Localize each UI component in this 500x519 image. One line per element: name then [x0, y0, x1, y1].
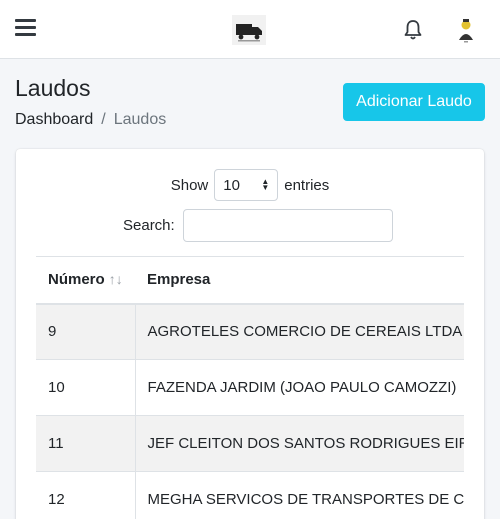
cell-empresa: JEF CLEITON DOS SANTOS RODRIGUES EIRELI [135, 415, 464, 472]
breadcrumb: Dashboard / Laudos [15, 111, 166, 129]
hamburger-menu-icon[interactable] [15, 19, 36, 37]
breadcrumb-current: Laudos [113, 111, 167, 128]
select-arrows-icon: ▲ ▼ [261, 177, 270, 192]
cell-numero: 12 [36, 471, 136, 519]
entries-label: entries [284, 176, 330, 194]
laudos-table-container[interactable]: Número ↑↓ Empresa 9 AGROTELES COMERCIO DE… [36, 256, 464, 519]
bell-icon[interactable] [403, 19, 423, 41]
table-row[interactable]: 11 JEF CLEITON DOS SANTOS RODRIGUES EIRE… [36, 415, 464, 472]
entries-length-control: Show 10 ▲ ▼ entries [16, 169, 484, 201]
column-header-numero[interactable]: Número ↑↓ [36, 256, 135, 305]
table-header-row: Número ↑↓ Empresa [36, 256, 464, 305]
column-header-empresa[interactable]: Empresa [135, 256, 464, 305]
cell-empresa: FAZENDA JARDIM (JOAO PAULO CAMOZZI) [135, 359, 464, 416]
breadcrumb-separator: / [101, 111, 106, 128]
entries-select-value: 10 [223, 176, 240, 194]
truck-logo-icon[interactable] [232, 15, 266, 45]
search-input[interactable] [182, 209, 393, 242]
user-avatar-icon[interactable] [455, 16, 477, 44]
page-title: Laudos [15, 75, 91, 101]
cell-empresa: MEGHA SERVICOS DE TRANSPORTES DE CARGAS [135, 471, 464, 519]
breadcrumb-dashboard-link[interactable]: Dashboard [15, 111, 93, 129]
cell-numero: 9 [36, 303, 136, 360]
cell-numero: 11 [36, 415, 136, 472]
add-laudo-button[interactable]: Adicionar Laudo [343, 83, 485, 121]
laudos-card: Show 10 ▲ ▼ entries Search: Número ↑↓ Empr… [16, 149, 484, 519]
show-label: Show [170, 176, 209, 194]
table-row[interactable]: 12 MEGHA SERVICOS DE TRANSPORTES DE CARG… [36, 471, 464, 519]
cell-empresa: AGROTELES COMERCIO DE CEREAIS LTDA [135, 303, 464, 360]
top-navbar [0, 0, 500, 59]
laudos-table: Número ↑↓ Empresa 9 AGROTELES COMERCIO DE… [36, 256, 464, 519]
table-row[interactable]: 9 AGROTELES COMERCIO DE CEREAIS LTDA [36, 303, 464, 360]
cell-numero: 10 [36, 359, 136, 416]
search-control: Search: [123, 209, 393, 242]
table-row[interactable]: 10 FAZENDA JARDIM (JOAO PAULO CAMOZZI) [36, 359, 464, 416]
search-label: Search: [123, 217, 175, 234]
entries-select[interactable]: 10 ▲ ▼ [214, 169, 279, 201]
sort-icon: ↑↓ [108, 271, 123, 288]
